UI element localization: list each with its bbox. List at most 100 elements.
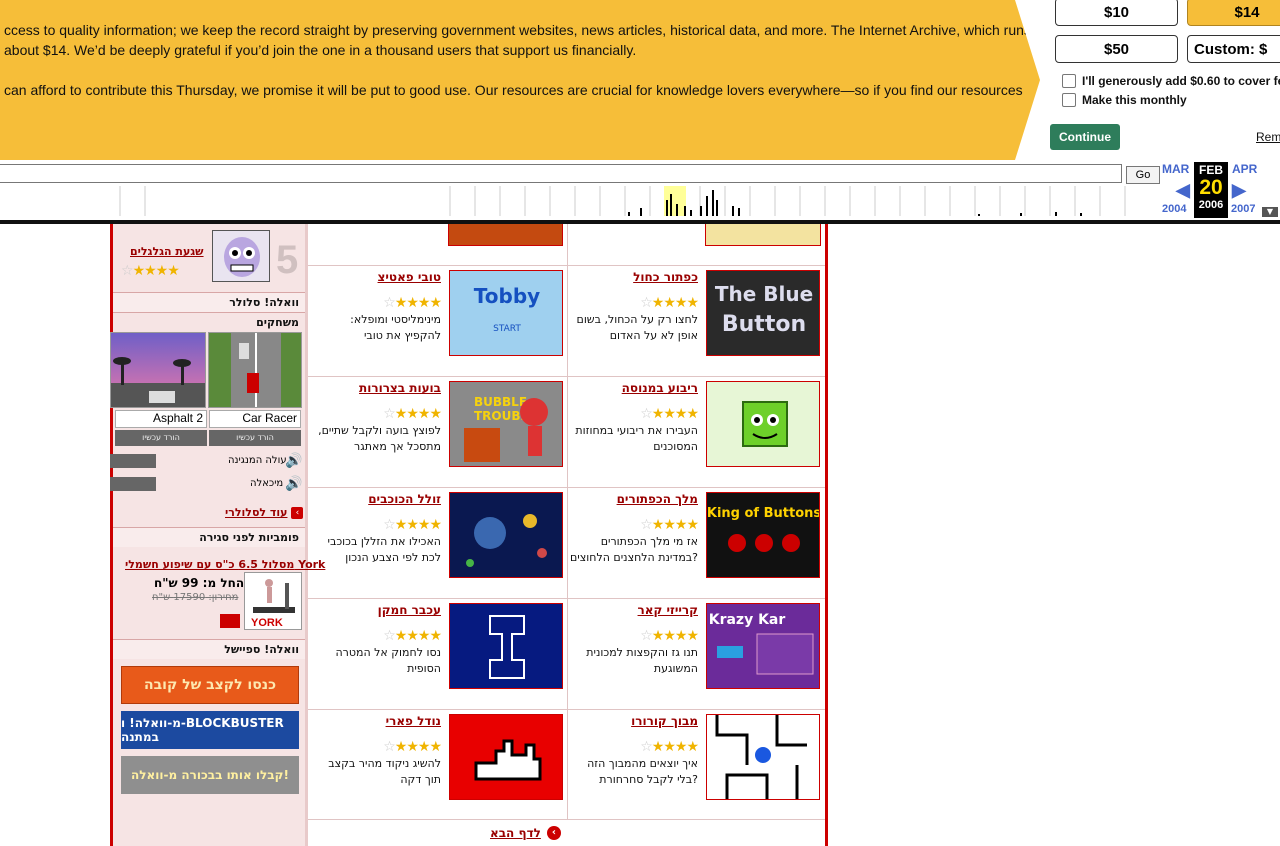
game-description: האכילו את הזללן בכוכבי לכת לפי הצבע הנכו… — [327, 535, 441, 564]
game-title-link[interactable]: נודל פארי — [386, 714, 441, 728]
asphalt-thumbnail[interactable] — [110, 332, 206, 408]
remind-me-link[interactable]: Rem — [1256, 130, 1280, 144]
game-rating: ☆★★★★ — [640, 739, 699, 755]
walla-cellular-header: וואלה! סלולר — [113, 292, 305, 312]
top-item-thumbnail[interactable] — [212, 230, 270, 282]
ad-link[interactable]: מסלול 6.5 כ"ס עם שיפוע חשמלי York — [125, 553, 325, 572]
url-input[interactable] — [0, 164, 1122, 183]
blockbuster-banner[interactable]: מ-וואלה! ו-BLOCKBUSTER במתנה — [121, 711, 299, 749]
sidebar-divider — [305, 160, 308, 846]
game-description: איך יוצאים מהמבוך הזה בלי לקבל סחרחורת? — [587, 757, 698, 786]
amount-10-button[interactable]: $10 — [1055, 0, 1178, 26]
game2-download-button[interactable]: הורד עכשיו — [209, 430, 301, 446]
game-thumbnail[interactable]: The Blue Button — [706, 270, 820, 356]
game-title-link[interactable]: ריבוע במנוסה — [622, 381, 698, 395]
game-title-link[interactable]: עכבר חמקן — [378, 603, 441, 617]
svg-text:BUBBLE: BUBBLE — [474, 395, 527, 409]
game-thumbnail[interactable] — [449, 492, 563, 578]
game1-download-button[interactable]: הורד עכשיו — [115, 430, 207, 446]
game-thumbnail[interactable]: King of Buttons — [706, 492, 820, 578]
premiere-banner[interactable]: קבלו אותו בבכורה מ-וואלה! — [121, 756, 299, 794]
capture-sparkline[interactable] — [0, 186, 1160, 216]
next-capture-arrow-icon[interactable]: ▶ — [1232, 180, 1246, 201]
game-rating: ☆★★★★ — [383, 628, 442, 644]
checkbox-icon[interactable] — [1062, 93, 1076, 107]
game-title-link[interactable]: כפתור כחול — [633, 270, 698, 284]
ad-arrow-icon[interactable] — [220, 614, 240, 628]
prev-capture-arrow-icon[interactable]: ◀ — [1176, 180, 1190, 201]
hidden-game-thumbnail[interactable] — [705, 222, 821, 246]
ringtone1-label[interactable]: עולה המנגינה — [228, 455, 287, 466]
next-month-link[interactable]: APR — [1232, 162, 1257, 176]
game-thumbnail[interactable] — [449, 714, 563, 800]
game-info: מבוך קורורו ☆★★★★ איך יוצאים מהמבוך הזה בל… — [568, 714, 699, 814]
game-info: זולל הכוכבים ☆★★★★ האכילו את הזללן בכוכבי … — [311, 492, 442, 592]
game-title-link[interactable]: זולל הכוכבים — [368, 492, 441, 506]
game-info: מלך הכפתורים ☆★★★★ אז מי מלך הכפתורים במדי… — [568, 492, 699, 592]
ringtone1-download-button[interactable] — [110, 454, 156, 468]
custom-amount-input[interactable]: Custom: $ — [1187, 35, 1280, 63]
game-thumbnail[interactable]: Krazy Kar — [706, 603, 820, 689]
top-item-rating: ☆★★★★ — [121, 263, 180, 279]
game-rating: ☆★★★★ — [640, 406, 699, 422]
arrow-left-icon: ‹ — [546, 826, 561, 840]
svg-text:King of Buttons: King of Buttons — [707, 506, 820, 521]
svg-text:Button: Button — [722, 312, 806, 337]
game-rating: ☆★★★★ — [383, 406, 442, 422]
game-thumbnail[interactable]: Tobby START — [449, 270, 563, 356]
cuba-banner[interactable]: כנסו לקצב של קובה — [121, 666, 299, 704]
game-description: תנו גז והקפצות למכונית המשוגעת — [586, 646, 698, 675]
game1-label[interactable]: Asphalt 2 — [115, 410, 207, 428]
continue-button[interactable]: Continue — [1050, 124, 1120, 150]
game-rating: ☆★★★★ — [383, 295, 442, 311]
special-header: וואלה! ספיישל — [113, 639, 305, 659]
next-page-link[interactable]: לדף הבא ‹ — [490, 826, 561, 840]
amount-14-button[interactable]: $14 — [1187, 0, 1280, 26]
more-cellular-link[interactable]: עוד לסלולרי ‹ — [225, 506, 304, 519]
donation-text-line1: ccess to quality information; we keep th… — [4, 22, 1031, 38]
game-title-link[interactable]: טובי פאטיצ — [378, 270, 441, 284]
svg-text:The Blue: The Blue — [715, 282, 813, 306]
games-subheader: משחקים — [113, 312, 305, 332]
game-title-link[interactable]: קרייזי קאר — [638, 603, 698, 617]
speaker-icon[interactable]: 🔊 — [285, 476, 302, 492]
ads-header: פומביות לפני סגירה — [113, 527, 305, 547]
treadmill-image[interactable]: YORK — [244, 572, 302, 630]
game-thumbnail[interactable]: BUBBLE TROUBLE — [449, 381, 563, 467]
game-title-link[interactable]: מלך הכפתורים — [617, 492, 698, 506]
expand-toolbar-icon[interactable]: ▼ — [1262, 207, 1278, 217]
game-info: טובי פאטיצ ☆★★★★ מינימליסטי ומופלא: להקפיץ… — [311, 270, 442, 370]
game-title-link[interactable]: בועות בצרורות — [359, 381, 441, 395]
hidden-game-thumbnail[interactable] — [448, 222, 563, 246]
top-item-title[interactable]: שגעת הגלגלים — [130, 240, 204, 259]
prev-year-link[interactable]: 2004 — [1162, 203, 1186, 215]
car-racer-thumbnail[interactable] — [208, 332, 302, 408]
checkbox-icon[interactable] — [1062, 74, 1076, 88]
game-rating: ☆★★★★ — [383, 739, 442, 755]
ringtone2-label[interactable]: מיכאלה — [250, 478, 283, 489]
ringtone2-download-button[interactable] — [110, 477, 156, 491]
prev-month-link[interactable]: MAR — [1162, 162, 1189, 176]
svg-text:Tobby: Tobby — [474, 284, 540, 308]
game-info: עכבר חמקן ☆★★★★ נסו לחמוק אל המטרה הסופית — [311, 603, 442, 703]
game-thumbnail[interactable] — [706, 714, 820, 800]
cover-fees-checkbox[interactable]: I'll generously add $0.60 to cover fees — [1062, 74, 1280, 88]
next-year-link[interactable]: 2007 — [1231, 203, 1255, 215]
game2-label[interactable]: Car Racer — [209, 410, 301, 428]
monthly-checkbox[interactable]: Make this monthly — [1062, 93, 1187, 107]
donation-banner: ccess to quality information; we keep th… — [0, 0, 1280, 160]
game-thumbnail[interactable] — [449, 603, 563, 689]
game-description: נסו לחמוק אל המטרה הסופית — [335, 646, 441, 675]
amount-50-button[interactable]: $50 — [1055, 35, 1178, 63]
donation-text-line2: about $14. We’d be deeply grateful if yo… — [4, 42, 637, 58]
donation-message-panel: ccess to quality information; we keep th… — [0, 0, 1040, 160]
game-description: לחצו רק על הכחול, בשום אופן לא על האדום — [576, 313, 698, 342]
go-button[interactable]: Go — [1126, 166, 1160, 184]
sparkline-graph — [119, 186, 1126, 216]
top-item-rank: 5 — [276, 238, 299, 282]
donation-text-line3: can afford to contribute this Thursday, … — [4, 82, 1023, 98]
game-title-link[interactable]: מבוך קורורו — [631, 714, 698, 728]
game-thumbnail[interactable] — [706, 381, 820, 467]
speaker-icon[interactable]: 🔊 — [285, 453, 302, 469]
game-info: בועות בצרורות ☆★★★★ לפוצץ בועה ולקבל שתיים… — [311, 381, 442, 481]
